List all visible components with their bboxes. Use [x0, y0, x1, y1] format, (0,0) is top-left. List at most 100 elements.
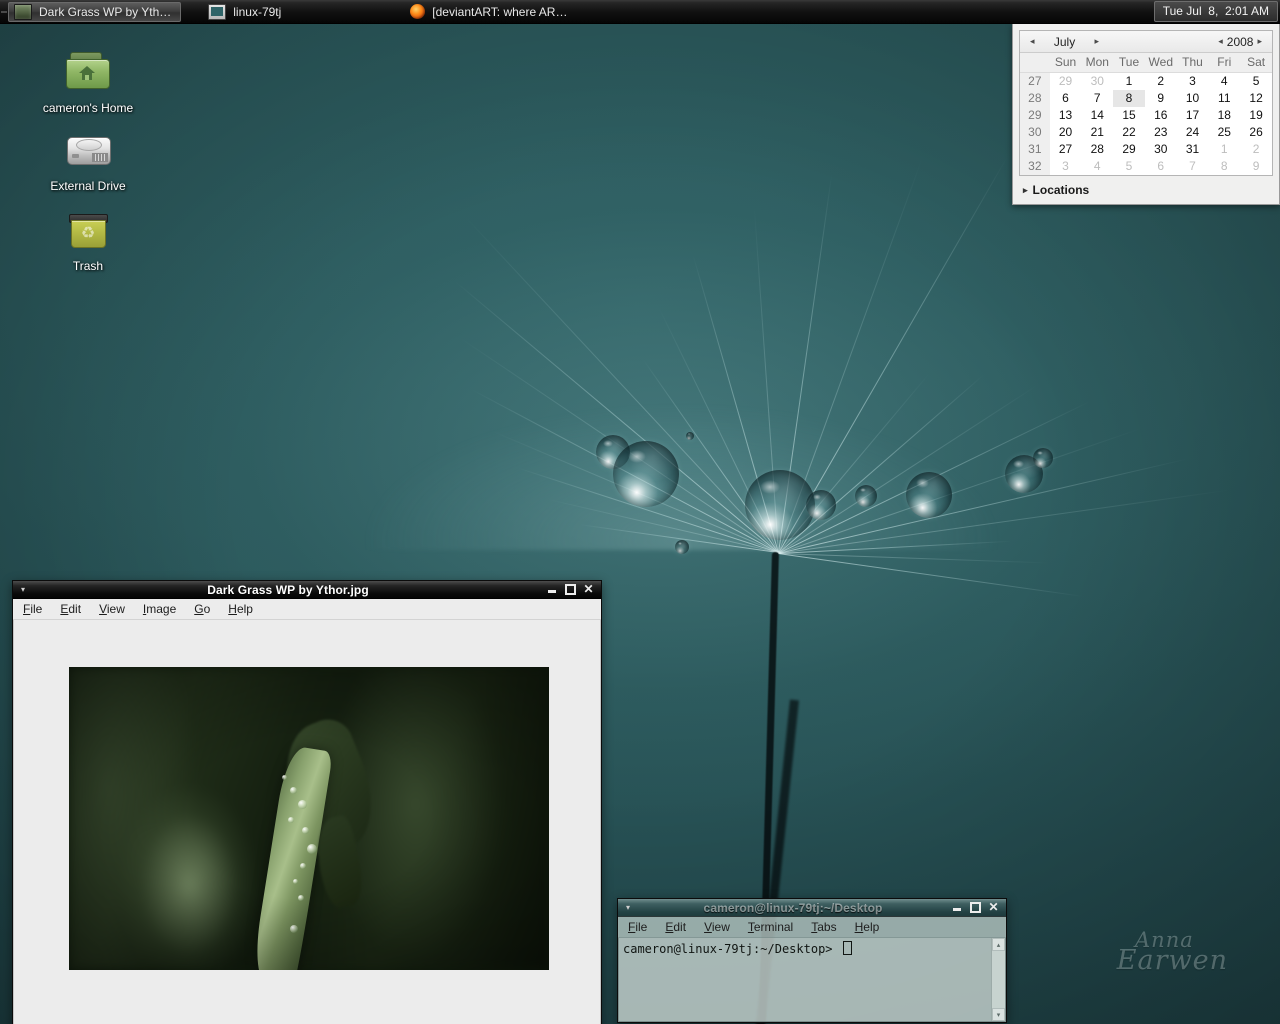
calendar-day[interactable]: 20	[1050, 124, 1082, 141]
menu-view[interactable]: View	[99, 602, 135, 616]
menu-help[interactable]: Help	[228, 602, 263, 616]
calendar-day[interactable]: 23	[1145, 124, 1177, 141]
window-controls: ✕	[952, 901, 1003, 913]
window-menu-icon[interactable]: ▾	[17, 585, 29, 594]
terminal-body[interactable]: cameron@linux-79tj:~/Desktop> ▴ ▾	[618, 938, 1006, 1022]
calendar-day[interactable]: 2	[1240, 141, 1272, 158]
image-viewer-window[interactable]: ▾ Dark Grass WP by Ythor.jpg ✕ File Edit V…	[12, 580, 602, 1024]
minimize-icon[interactable]	[952, 902, 963, 913]
calendar-day[interactable]: 6	[1145, 158, 1177, 175]
calendar-day[interactable]: 10	[1177, 90, 1209, 107]
menu-help[interactable]: Help	[855, 920, 890, 934]
terminal-title: cameron@linux-79tj:~/Desktop	[703, 900, 883, 915]
prev-month-icon[interactable]: ◂	[1026, 36, 1039, 47]
next-year-icon[interactable]: ▸	[1253, 36, 1266, 47]
calendar-day[interactable]: 12	[1240, 90, 1272, 107]
calendar-locations-section[interactable]: ▸ Locations	[1019, 176, 1273, 204]
calendar-day[interactable]: 1	[1208, 141, 1240, 158]
close-icon[interactable]: ✕	[988, 901, 999, 913]
calendar-day[interactable]: 15	[1113, 107, 1145, 124]
scroll-down-icon[interactable]: ▾	[992, 1008, 1005, 1021]
calendar-panel: ◂ July ▸ ◂ 2008 ▸ Sun Mon Tue Wed Thu Fri Sat 2…	[1019, 30, 1273, 176]
menu-image[interactable]: Image	[143, 602, 186, 616]
calendar-day[interactable]: 26	[1240, 124, 1272, 141]
prev-year-icon[interactable]: ◂	[1214, 36, 1227, 47]
maximize-icon[interactable]	[565, 584, 576, 595]
image-viewer-menubar[interactable]: File Edit View Image Go Help	[13, 599, 601, 620]
calendar-day[interactable]: 2	[1145, 73, 1177, 91]
calendar-day[interactable]: 30	[1145, 141, 1177, 158]
calendar-grid[interactable]: Sun Mon Tue Wed Thu Fri Sat 27 29 30 1 2 3 4 5 28 6 7 8 9 10…	[1020, 53, 1272, 175]
calendar-day[interactable]: 27	[1050, 141, 1082, 158]
scroll-up-icon[interactable]: ▴	[992, 938, 1005, 951]
panel-grip[interactable]	[0, 0, 8, 24]
week-number: 28	[1020, 90, 1050, 107]
week-number: 30	[1020, 124, 1050, 141]
menu-go[interactable]: Go	[194, 602, 220, 616]
terminal-icon	[208, 3, 227, 20]
terminal-output[interactable]: cameron@linux-79tj:~/Desktop>	[619, 938, 991, 1021]
menu-tabs[interactable]: Tabs	[811, 920, 846, 934]
terminal-titlebar[interactable]: ▾ cameron@linux-79tj:~/Desktop ✕	[618, 899, 1006, 917]
window-menu-icon[interactable]: ▾	[622, 903, 634, 912]
calendar-day[interactable]: 3	[1050, 158, 1082, 175]
calendar-day[interactable]: 13	[1050, 107, 1082, 124]
calendar-day[interactable]: 18	[1208, 107, 1240, 124]
calendar-day[interactable]: 22	[1113, 124, 1145, 141]
calendar-day-today[interactable]: 8	[1113, 90, 1145, 107]
calendar-day[interactable]: 16	[1145, 107, 1177, 124]
window-controls: ✕	[547, 583, 598, 595]
calendar-day[interactable]: 6	[1050, 90, 1082, 107]
calendar-day[interactable]: 25	[1208, 124, 1240, 141]
calendar-day[interactable]: 24	[1177, 124, 1209, 141]
calendar-day[interactable]: 19	[1240, 107, 1272, 124]
top-panel[interactable]: Dark Grass WP by Yth… linux-79tj [deviantA…	[0, 0, 1280, 24]
menu-edit[interactable]: Edit	[60, 602, 91, 616]
terminal-scrollbar[interactable]: ▴ ▾	[991, 938, 1005, 1021]
calendar-day[interactable]: 1	[1113, 73, 1145, 91]
calendar-day[interactable]: 3	[1177, 73, 1209, 91]
menu-file[interactable]: File	[23, 602, 52, 616]
calendar-day[interactable]: 28	[1081, 141, 1113, 158]
calendar-day[interactable]: 14	[1081, 107, 1113, 124]
calendar-day[interactable]: 21	[1081, 124, 1113, 141]
maximize-icon[interactable]	[970, 902, 981, 913]
calendar-day[interactable]: 9	[1240, 158, 1272, 175]
calendar-day[interactable]: 7	[1177, 158, 1209, 175]
minimize-icon[interactable]	[547, 584, 558, 595]
task-button-1[interactable]: linux-79tj	[202, 2, 291, 22]
close-icon[interactable]: ✕	[583, 583, 594, 595]
calendar-day[interactable]: 17	[1177, 107, 1209, 124]
calendar-week-row: 27 29 30 1 2 3 4 5	[1020, 72, 1272, 91]
calendar-day[interactable]: 7	[1081, 90, 1113, 107]
desktop-icon-trash[interactable]: ♻ Trash	[33, 208, 143, 274]
calendar-applet[interactable]: ◂ July ▸ ◂ 2008 ▸ Sun Mon Tue Wed Thu Fri Sat 2…	[1012, 24, 1280, 205]
calendar-day[interactable]: 4	[1208, 73, 1240, 91]
menu-terminal[interactable]: Terminal	[748, 920, 803, 934]
calendar-day[interactable]: 9	[1145, 90, 1177, 107]
terminal-window[interactable]: ▾ cameron@linux-79tj:~/Desktop ✕ File Edi…	[617, 898, 1007, 1024]
panel-clock[interactable]: Tue Jul 8, 2:01 AM	[1153, 1, 1278, 22]
window-task-list[interactable]: Dark Grass WP by Yth… linux-79tj [deviantA…	[8, 1, 580, 22]
calendar-day[interactable]: 5	[1240, 73, 1272, 91]
calendar-day[interactable]: 30	[1081, 73, 1113, 91]
expander-triangle-icon[interactable]: ▸	[1023, 185, 1028, 196]
terminal-menubar[interactable]: File Edit View Terminal Tabs Help	[618, 917, 1006, 938]
calendar-day[interactable]: 11	[1208, 90, 1240, 107]
desktop-icon-external-drive[interactable]: External Drive	[33, 128, 143, 194]
desktop-icon-home[interactable]: cameron's Home	[33, 50, 143, 116]
calendar-day[interactable]: 4	[1081, 158, 1113, 175]
calendar-day[interactable]: 29	[1113, 141, 1145, 158]
image-file-icon	[14, 3, 32, 20]
menu-edit[interactable]: Edit	[665, 920, 696, 934]
calendar-day[interactable]: 5	[1113, 158, 1145, 175]
menu-view[interactable]: View	[704, 920, 740, 934]
calendar-day[interactable]: 29	[1050, 73, 1082, 91]
next-month-icon[interactable]: ▸	[1091, 36, 1104, 47]
calendar-day[interactable]: 31	[1177, 141, 1209, 158]
menu-file[interactable]: File	[628, 920, 657, 934]
calendar-day[interactable]: 8	[1208, 158, 1240, 175]
task-button-2[interactable]: [deviantART: where AR…	[404, 2, 577, 22]
task-button-0[interactable]: Dark Grass WP by Yth…	[8, 1, 182, 22]
image-viewer-titlebar[interactable]: ▾ Dark Grass WP by Ythor.jpg ✕	[13, 581, 601, 599]
